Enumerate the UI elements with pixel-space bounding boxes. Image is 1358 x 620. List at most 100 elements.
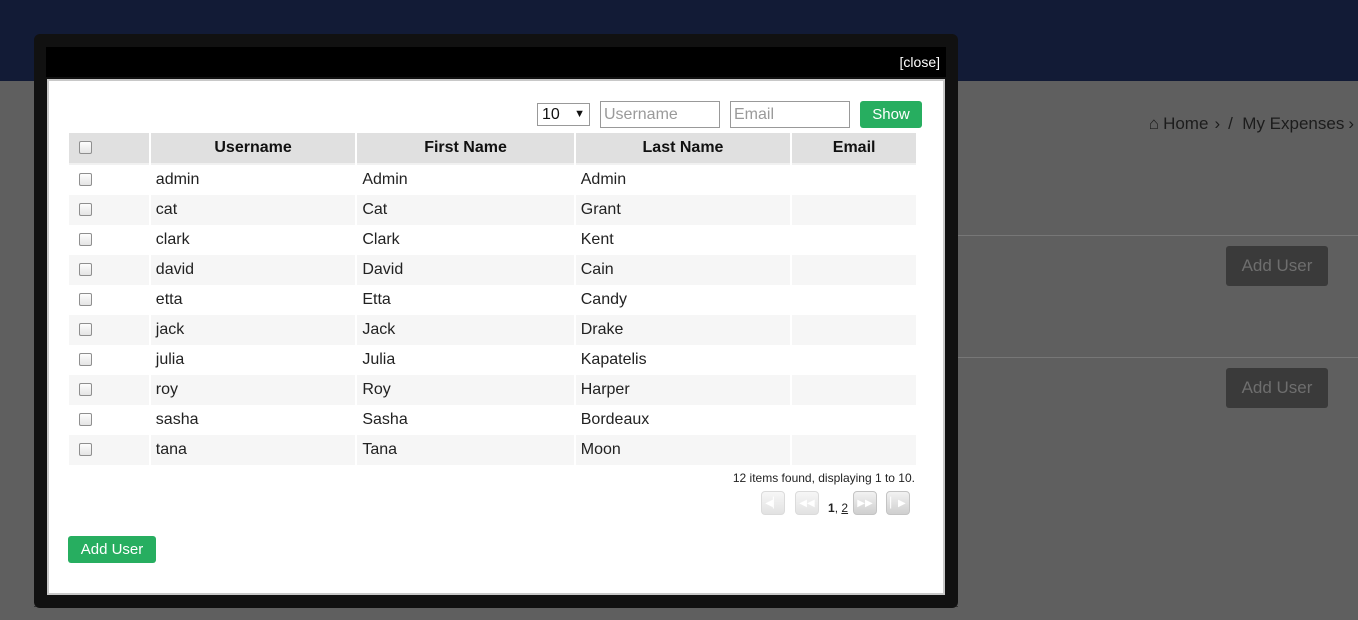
row-select-cell [69,285,149,315]
cell-last: Grant [575,195,791,225]
row-checkbox[interactable] [79,383,92,397]
cell-email [792,375,916,405]
username-filter-input[interactable]: Username [600,101,720,128]
cell-last: Candy [575,285,791,315]
current-page: 1 [828,501,835,515]
row-select-cell [69,255,149,285]
breadcrumb-separator: › [1214,114,1221,133]
cell-last: Moon [575,435,791,465]
cell-first: Etta [357,285,574,315]
prev-page-icon[interactable]: ◀◀ [795,491,819,515]
cell-email [792,435,916,465]
cell-first: Cat [357,195,574,225]
page-numbers: 1, 2 [828,501,848,515]
cell-last: Kapatelis [575,345,791,375]
row-checkbox[interactable] [79,353,92,367]
divider [945,357,1358,358]
table-row[interactable]: cat Cat Grant [69,195,916,225]
cell-username: etta [150,285,356,315]
breadcrumb-home[interactable]: Home [1163,114,1208,133]
cell-username: julia [150,345,356,375]
select-all-checkbox[interactable] [79,141,92,155]
add-user-button-bg[interactable]: Add User [1226,246,1328,286]
table-row[interactable]: etta Etta Candy [69,285,916,315]
page-link-2[interactable]: 2 [841,501,848,515]
breadcrumb-separator: › [1348,114,1354,133]
cell-username: tana [150,435,356,465]
table-row[interactable]: julia Julia Kapatelis [69,345,916,375]
cell-email [792,255,916,285]
close-link[interactable]: [close] [900,54,940,70]
table-header-row: Username First Name Last Name Email [69,133,916,165]
table-row[interactable]: david David Cain [69,255,916,285]
row-select-cell [69,195,149,225]
breadcrumb: ⌂ Home › / My Expenses › [1148,114,1354,133]
table-row[interactable]: jack Jack Drake [69,315,916,345]
modal-titlebar: [close] [46,47,946,77]
row-checkbox[interactable] [79,413,92,427]
cell-first: Jack [357,315,574,345]
cell-last: Bordeaux [575,405,791,435]
modal-body: 10 ▼ Username Email Show Username First … [47,79,945,595]
cell-first: David [357,255,574,285]
add-user-button-bg[interactable]: Add User [1226,368,1328,408]
row-select-cell [69,435,149,465]
cell-email [792,315,916,345]
cell-first: Sasha [357,405,574,435]
column-header-last-name[interactable]: Last Name [575,133,791,165]
cell-last: Kent [575,225,791,255]
show-button[interactable]: Show [860,101,922,128]
column-header-email[interactable]: Email [792,133,916,165]
cell-first: Clark [357,225,574,255]
table-row[interactable]: roy Roy Harper [69,375,916,405]
table-row[interactable]: admin Admin Admin [69,165,916,195]
pagination: ◀▏ ◀◀ 1, 2 ▶▶ ▏▶ [761,491,921,517]
cell-email [792,225,916,255]
dropdown-arrow-icon: ▼ [574,108,585,120]
cell-last: Admin [575,165,791,195]
table-row[interactable]: clark Clark Kent [69,225,916,255]
home-icon: ⌂ [1148,114,1160,133]
first-page-icon[interactable]: ◀▏ [761,491,785,515]
cell-username: david [150,255,356,285]
column-header-first-name[interactable]: First Name [357,133,574,165]
select-all-header [69,133,149,165]
cell-last: Drake [575,315,791,345]
row-checkbox[interactable] [79,173,92,187]
next-page-icon[interactable]: ▶▶ [853,491,877,515]
row-checkbox[interactable] [79,263,92,277]
row-checkbox[interactable] [79,443,92,457]
table-row[interactable]: tana Tana Moon [69,435,916,465]
email-filter-input[interactable]: Email [730,101,850,128]
row-select-cell [69,315,149,345]
users-table: Username First Name Last Name Email admi… [67,133,918,465]
row-checkbox[interactable] [79,293,92,307]
cell-first: Tana [357,435,574,465]
cell-first: Admin [357,165,574,195]
cell-first: Julia [357,345,574,375]
cell-email [792,405,916,435]
cell-username: clark [150,225,356,255]
page-separator: , [834,501,839,515]
row-select-cell [69,165,149,195]
table-row[interactable]: sasha Sasha Bordeaux [69,405,916,435]
row-select-cell [69,345,149,375]
row-checkbox[interactable] [79,233,92,247]
last-page-icon[interactable]: ▏▶ [886,491,910,515]
column-header-username[interactable]: Username [150,133,356,165]
cell-username: roy [150,375,356,405]
cell-email [792,195,916,225]
row-select-cell [69,225,149,255]
row-checkbox[interactable] [79,203,92,217]
row-checkbox[interactable] [79,323,92,337]
breadcrumb-current[interactable]: My Expenses [1242,114,1344,133]
page-size-value: 10 [542,106,560,123]
page-size-select[interactable]: 10 ▼ [537,103,590,126]
add-user-button[interactable]: Add User [68,536,156,563]
cell-email [792,285,916,315]
items-count-status: 12 items found, displaying 1 to 10. [732,471,915,485]
filter-bar: 10 ▼ Username Email Show [49,101,945,129]
cell-email [792,345,916,375]
cell-username: cat [150,195,356,225]
row-select-cell [69,375,149,405]
